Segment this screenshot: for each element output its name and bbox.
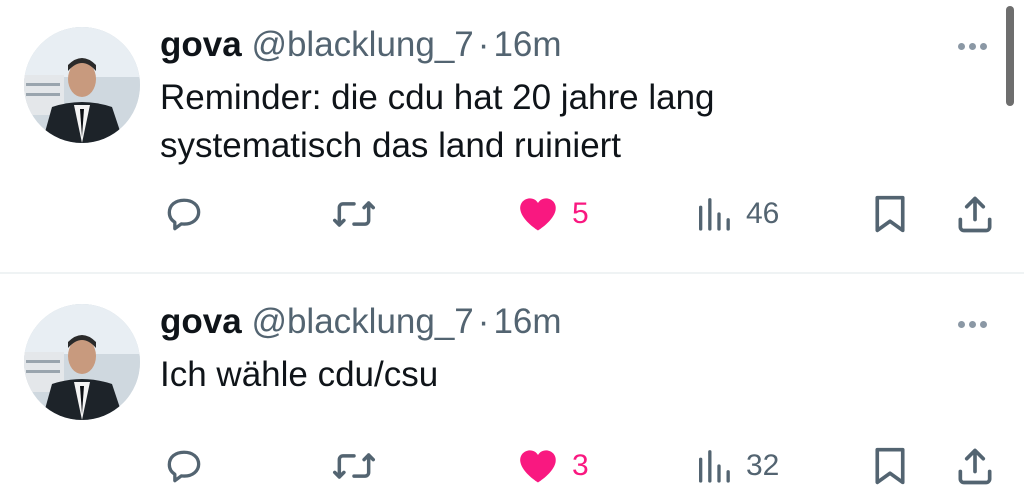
share-icon xyxy=(958,448,992,485)
share-button[interactable] xyxy=(953,442,997,490)
bookmark-icon xyxy=(875,195,905,233)
tweet-actions: 5 46 xyxy=(160,190,1000,238)
tweet-text: Reminder: die cdu hat 20 jahre lang syst… xyxy=(160,74,980,170)
heart-icon xyxy=(520,198,556,231)
timestamp[interactable]: 16m xyxy=(493,302,561,341)
display-name[interactable]: gova xyxy=(160,302,242,341)
views-count: 32 xyxy=(746,449,780,482)
views-icon xyxy=(699,198,730,231)
reply-icon xyxy=(167,450,201,483)
share-icon xyxy=(958,196,992,233)
user-handle[interactable]: @blacklung_7 xyxy=(251,302,473,341)
views-icon xyxy=(699,450,730,483)
reply-button[interactable] xyxy=(162,190,206,238)
more-icon[interactable] xyxy=(952,312,992,336)
tweet-header: gova @blacklung_7 · 16m xyxy=(160,302,562,342)
tweet[interactable]: gova @blacklung_7 · 16m Reminder: die cdu … xyxy=(0,0,1024,272)
heart-icon xyxy=(520,450,556,483)
tweet-text-line: systematisch das land ruiniert xyxy=(160,126,622,165)
retweet-button[interactable] xyxy=(330,442,378,490)
bookmark-button[interactable] xyxy=(870,190,910,238)
bookmark-icon xyxy=(875,447,905,485)
like-count: 3 xyxy=(572,449,589,482)
separator-dot: · xyxy=(477,302,490,341)
tweet-text-line: Ich wähle cdu/csu xyxy=(160,355,439,394)
retweet-icon xyxy=(333,201,375,227)
tweet-text-line: Reminder: die cdu hat 20 jahre lang xyxy=(160,78,715,117)
separator-dot: · xyxy=(477,25,490,64)
timestamp[interactable]: 16m xyxy=(493,25,561,64)
more-icon[interactable] xyxy=(952,34,992,58)
reply-icon xyxy=(167,198,201,231)
views-button[interactable]: 32 xyxy=(694,442,779,490)
tweet-actions: 3 32 xyxy=(160,442,1000,490)
like-button[interactable]: 5 xyxy=(516,190,589,238)
avatar[interactable] xyxy=(24,27,140,143)
views-count: 46 xyxy=(746,197,780,230)
share-button[interactable] xyxy=(953,190,997,238)
tweet-text: Ich wähle cdu/csu xyxy=(160,351,980,399)
retweet-button[interactable] xyxy=(330,190,378,238)
bookmark-button[interactable] xyxy=(870,442,910,490)
avatar[interactable] xyxy=(24,304,140,420)
user-handle[interactable]: @blacklung_7 xyxy=(251,25,473,64)
like-button[interactable]: 3 xyxy=(516,442,589,490)
display-name[interactable]: gova xyxy=(160,25,242,64)
like-count: 5 xyxy=(572,197,589,230)
retweet-icon xyxy=(333,453,375,479)
reply-button[interactable] xyxy=(162,442,206,490)
tweet-header: gova @blacklung_7 · 16m xyxy=(160,25,562,65)
views-button[interactable]: 46 xyxy=(694,190,779,238)
tweet[interactable]: gova @blacklung_7 · 16m Ich wähle cdu/csu … xyxy=(0,274,1024,498)
